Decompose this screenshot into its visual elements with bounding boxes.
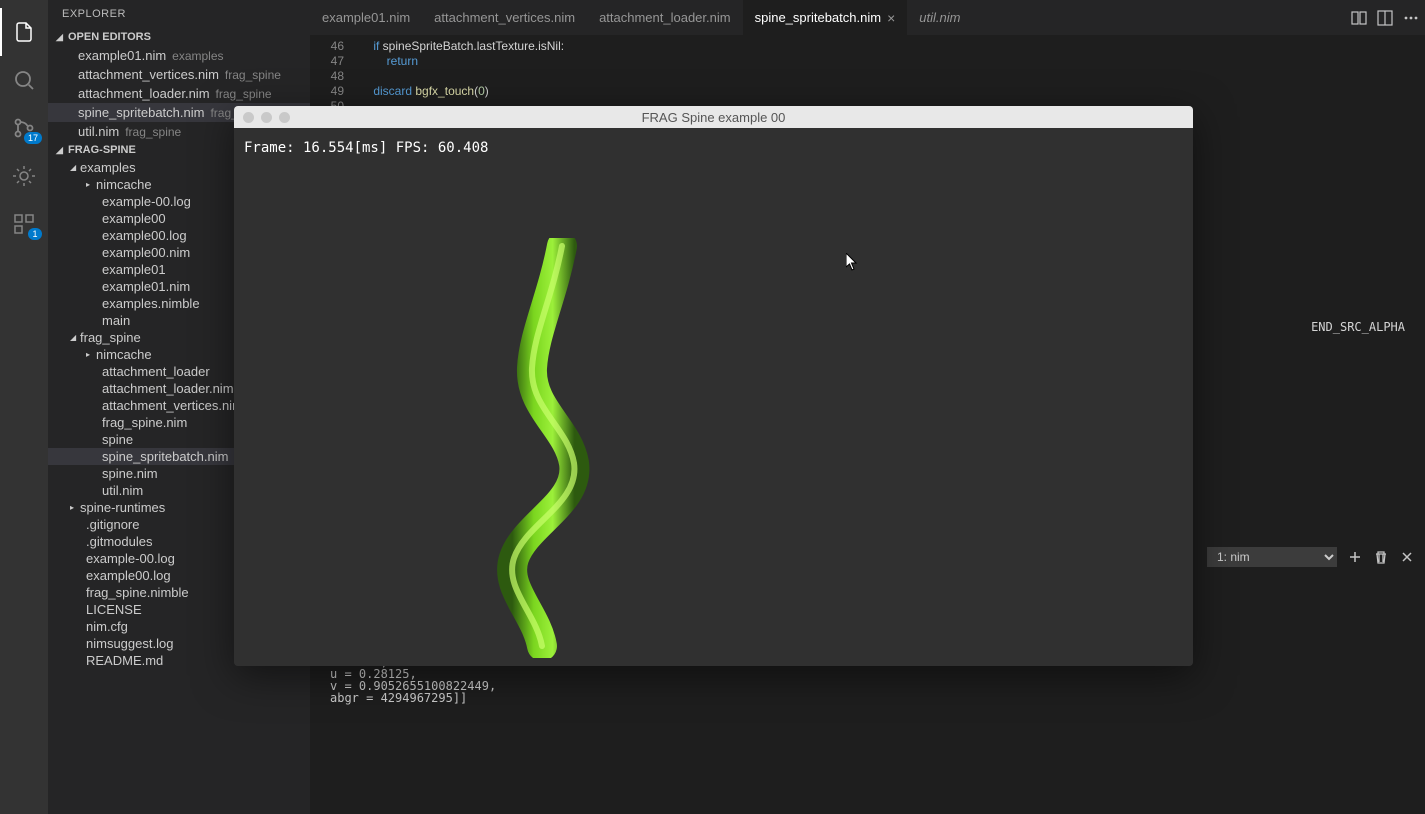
activity-bar: 17 1: [0, 0, 48, 814]
vine-graphic: [464, 238, 644, 658]
explorer-icon[interactable]: [0, 8, 48, 56]
tab-actions: [1351, 0, 1419, 35]
terminal-select[interactable]: 1: nim: [1207, 547, 1337, 567]
new-terminal-icon[interactable]: [1347, 549, 1363, 565]
close-tab-icon[interactable]: ×: [887, 10, 895, 26]
scm-badge: 17: [24, 132, 42, 144]
close-panel-icon[interactable]: [1399, 549, 1415, 565]
editor-tab[interactable]: attachment_loader.nim: [587, 0, 743, 35]
open-editors-header[interactable]: ◢OPEN EDITORS: [48, 28, 310, 46]
search-icon[interactable]: [0, 56, 48, 104]
editor-tab[interactable]: example01.nim: [310, 0, 422, 35]
editor-tab[interactable]: spine_spritebatch.nim×: [743, 0, 908, 35]
source-control-icon[interactable]: 17: [0, 104, 48, 152]
extensions-badge: 1: [28, 228, 42, 240]
more-icon[interactable]: [1403, 10, 1419, 26]
editor-tab[interactable]: util.nim: [907, 0, 972, 35]
editor-tab[interactable]: attachment_vertices.nim: [422, 0, 587, 35]
extensions-icon[interactable]: 1: [0, 200, 48, 248]
open-editor-item[interactable]: attachment_loader.nimfrag_spine: [48, 84, 310, 103]
debug-icon[interactable]: [0, 152, 48, 200]
spine-example-window[interactable]: FRAG Spine example 00 Frame: 16.554[ms] …: [234, 106, 1193, 666]
open-editor-item[interactable]: example01.nimexamples: [48, 46, 310, 65]
split-editor-icon[interactable]: [1377, 10, 1393, 26]
perf-overlay: Frame: 16.554[ms] FPS: 60.408: [244, 140, 488, 156]
kill-terminal-icon[interactable]: [1373, 549, 1389, 565]
compare-icon[interactable]: [1351, 10, 1367, 26]
code-fragment: END_SRC_ALPHA: [1311, 320, 1405, 334]
app-titlebar[interactable]: FRAG Spine example 00: [234, 106, 1193, 128]
traffic-lights[interactable]: [234, 112, 290, 123]
app-viewport: Frame: 16.554[ms] FPS: 60.408: [234, 128, 1193, 666]
tab-bar: example01.nimattachment_vertices.nimatta…: [310, 0, 1425, 35]
open-editor-item[interactable]: attachment_vertices.nimfrag_spine: [48, 65, 310, 84]
explorer-title: EXPLORER: [48, 0, 310, 28]
app-title: FRAG Spine example 00: [234, 110, 1193, 125]
